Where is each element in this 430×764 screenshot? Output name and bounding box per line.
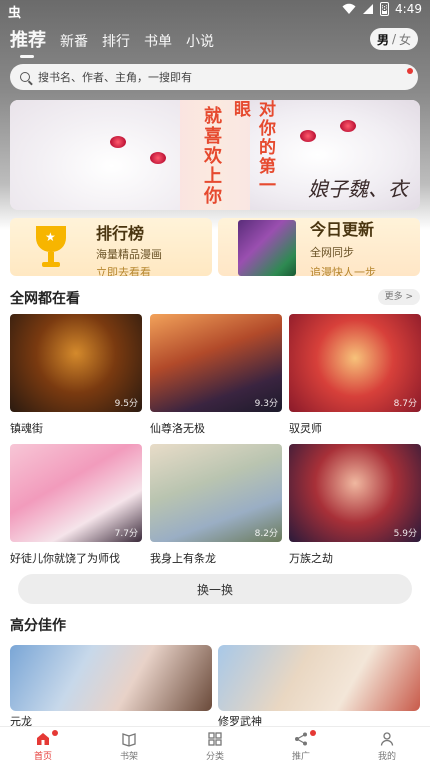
nav-bookshelf[interactable]: 书架 xyxy=(86,727,172,764)
bookshelf-icon xyxy=(122,733,136,747)
comic-cover: 7.7分 xyxy=(10,444,142,542)
search-icon xyxy=(20,72,30,82)
comic-card[interactable]: 9.3分 仙尊洛无极 xyxy=(150,314,282,436)
comic-cover: 9.3分 xyxy=(150,314,282,412)
banner-text-left: 就喜欢上你 xyxy=(201,106,222,206)
comic-title: 万族之劫 xyxy=(289,552,333,565)
nav-category-label: 分类 xyxy=(205,752,224,762)
swap-button[interactable]: 换一换 xyxy=(18,574,412,604)
update-card-line1: 全网同步 xyxy=(310,246,354,259)
comic-card[interactable]: 8.7分 驭灵师 xyxy=(289,314,421,436)
nav-promote-dot xyxy=(310,730,316,736)
banner-script-text: 娘子魏、衣 xyxy=(308,177,408,201)
comic-score: 9.5分 xyxy=(114,399,138,409)
ranking-card-title: 排行榜 xyxy=(96,224,145,243)
gender-toggle[interactable]: 男 / 女 xyxy=(370,28,418,50)
banner-eye xyxy=(300,130,316,142)
comic-cover: 8.7分 xyxy=(289,314,421,412)
wifi-icon xyxy=(342,3,356,14)
section-header-top-rated: 高分佳作 xyxy=(10,615,420,635)
clock-time: 4:49 xyxy=(395,2,422,16)
comic-cover: 5.9分 xyxy=(289,444,421,542)
comic-cover: 9.5分 xyxy=(10,314,142,412)
daily-update-card[interactable]: 今日更新 全网同步 追漫快人一步 xyxy=(218,218,420,276)
tab-new-series[interactable]: 新番 xyxy=(60,31,88,51)
nav-profile[interactable]: 我的 xyxy=(344,727,430,764)
comic-score: 7.7分 xyxy=(114,529,138,539)
section-title-popular: 全网都在看 xyxy=(10,291,80,307)
bottom-navigation: 首页 书架 分类 推广 我的 xyxy=(0,726,430,764)
battery-icon: 8 xyxy=(380,2,390,16)
comic-score: 5.9分 xyxy=(393,529,417,539)
nav-home-label: 首页 xyxy=(33,752,52,762)
more-button[interactable]: 更多 > xyxy=(377,289,420,305)
comic-cover: 8.2分 xyxy=(150,444,282,542)
comic-card[interactable]: 7.7分 好徒儿你就饶了为师伐 xyxy=(10,444,142,566)
comic-card[interactable]: 5.9分 万族之劫 xyxy=(289,444,421,566)
nav-promote-label: 推广 xyxy=(291,752,310,762)
gender-separator: / xyxy=(391,32,397,46)
notification-dot xyxy=(407,68,413,74)
search-bar[interactable]: 搜书名、作者、主角，一搜即有 xyxy=(10,64,418,90)
bug-app-icon: 虫 xyxy=(8,6,22,21)
ranking-card-line2: 立即去看看 xyxy=(96,266,151,276)
category-icon xyxy=(208,732,222,746)
comic-score: 8.2分 xyxy=(254,529,278,539)
comic-card[interactable]: 8.2分 我身上有条龙 xyxy=(150,444,282,566)
nav-category[interactable]: 分类 xyxy=(172,727,258,764)
trophy-icon: ★ xyxy=(36,226,66,267)
battery-level: 8 xyxy=(381,4,388,13)
tab-booklist[interactable]: 书单 xyxy=(144,31,172,51)
status-bar: 虫 8 4:49 xyxy=(0,0,430,21)
section-header-popular: 全网都在看 更多 > xyxy=(10,288,420,308)
comic-title: 镇魂街 xyxy=(10,422,43,435)
banner-eye xyxy=(150,152,166,164)
update-card-line2: 追漫快人一步 xyxy=(310,266,376,276)
section-title-top-rated: 高分佳作 xyxy=(10,618,66,634)
signal-icon xyxy=(363,4,374,14)
ranking-card-line1: 海量精品漫画 xyxy=(96,248,162,261)
tab-recommend[interactable]: 推荐 xyxy=(10,26,46,58)
comic-score: 8.7分 xyxy=(393,399,417,409)
comic-title: 我身上有条龙 xyxy=(150,552,216,565)
nav-home-dot xyxy=(52,730,58,736)
banner-eye xyxy=(110,136,126,148)
tab-novel[interactable]: 小说 xyxy=(186,31,214,51)
nav-promote[interactable]: 推广 xyxy=(258,727,344,764)
comic-title: 好徒儿你就饶了为师伐 xyxy=(10,552,120,565)
wide-comic-cover[interactable] xyxy=(218,645,420,711)
ranking-card[interactable]: ★ 排行榜 海量精品漫画 立即去看看 xyxy=(10,218,212,276)
category-cards: ★ 排行榜 海量精品漫画 立即去看看 今日更新 全网同步 追漫快人一步 xyxy=(10,218,420,276)
banner-text-mid: 对你的第一眼 xyxy=(230,100,275,195)
profile-icon xyxy=(380,732,394,746)
top-tabs: 推荐 新番 排行 书单 小说 xyxy=(10,26,214,58)
comic-card[interactable]: 9.5分 镇魂街 xyxy=(10,314,142,436)
banner-eye xyxy=(340,120,356,132)
comic-title: 驭灵师 xyxy=(289,422,322,435)
banner-carousel[interactable]: 就喜欢上你 对你的第一眼 娘子魏、衣 xyxy=(10,100,420,210)
comic-score: 9.3分 xyxy=(254,399,278,409)
nav-home[interactable]: 首页 xyxy=(0,727,86,764)
home-icon xyxy=(37,733,49,745)
tab-ranking[interactable]: 排行 xyxy=(102,31,130,51)
comic-title: 仙尊洛无极 xyxy=(150,422,205,435)
nav-bookshelf-label: 书架 xyxy=(119,752,138,762)
update-card-title: 今日更新 xyxy=(310,220,375,239)
gender-female[interactable]: 女 xyxy=(399,31,411,48)
wide-comic-cover[interactable] xyxy=(10,645,212,711)
update-cover-thumbnail xyxy=(238,220,296,276)
nav-profile-label: 我的 xyxy=(377,752,396,762)
share-icon xyxy=(295,732,307,746)
status-right: 8 4:49 xyxy=(342,2,422,16)
gender-male[interactable]: 男 xyxy=(377,31,389,48)
search-placeholder: 搜书名、作者、主角，一搜即有 xyxy=(38,71,192,84)
